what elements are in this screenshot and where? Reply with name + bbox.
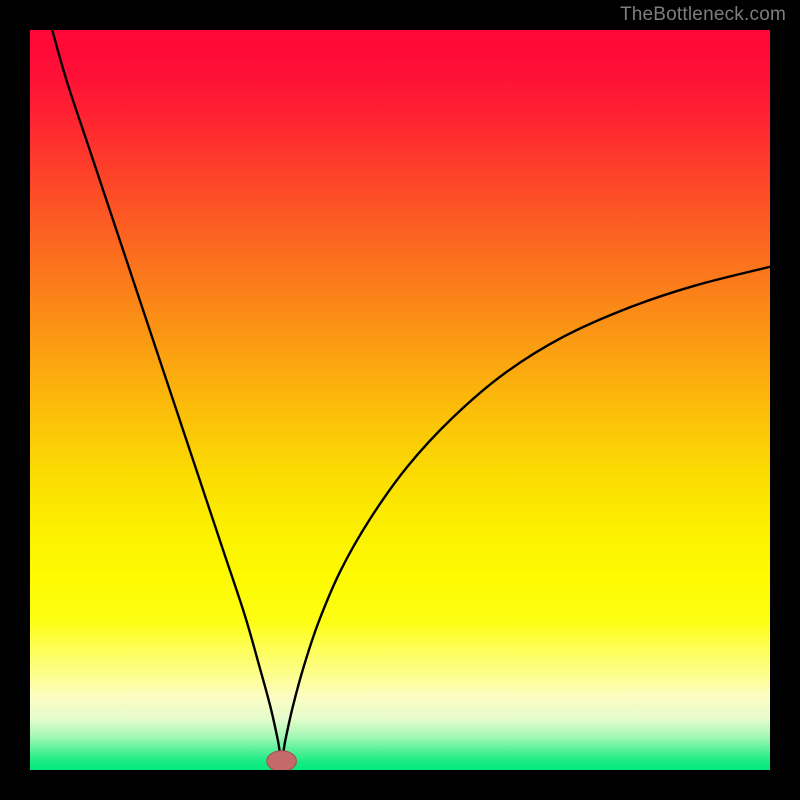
- chart-svg: [30, 30, 770, 770]
- optimal-point-marker: [267, 751, 297, 770]
- chart-frame: TheBottleneck.com: [0, 0, 800, 800]
- plot-area: [30, 30, 770, 770]
- attribution-text: TheBottleneck.com: [620, 4, 786, 26]
- gradient-background: [30, 30, 770, 770]
